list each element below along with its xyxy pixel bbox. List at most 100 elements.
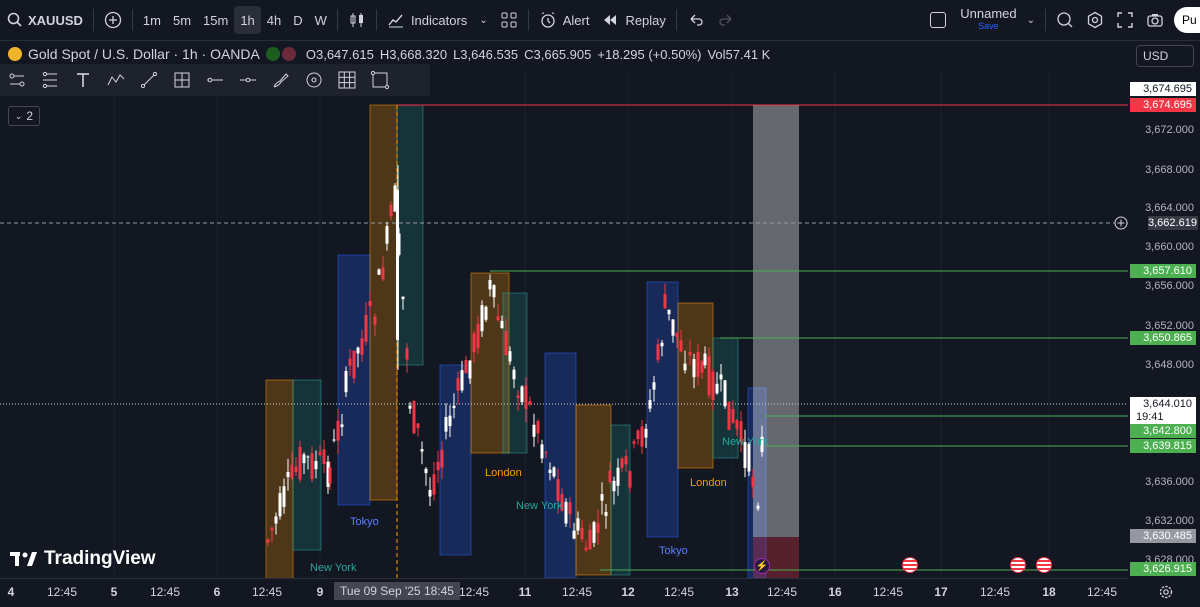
layout-save-link[interactable]: Save [978, 20, 999, 32]
tool-channels[interactable] [33, 64, 66, 96]
interval-5m[interactable]: 5m [167, 6, 197, 34]
candle-body [266, 539, 270, 543]
interval-d[interactable]: D [287, 6, 308, 34]
tool-crosshair[interactable] [165, 64, 198, 96]
candle-body [412, 401, 416, 434]
candle-body [512, 369, 516, 380]
publish-button[interactable]: Pu [1174, 7, 1200, 33]
templates-button[interactable] [494, 6, 524, 34]
symbol-name: XAUUSD [28, 12, 83, 28]
candle-body [723, 380, 727, 407]
tool-cycle[interactable] [297, 64, 330, 96]
price-tick: 3,648.000 [1145, 359, 1194, 371]
candle-body [703, 353, 707, 366]
candle-body [735, 420, 739, 429]
tool-cursor[interactable] [0, 64, 33, 96]
chart-type-button[interactable] [342, 6, 372, 34]
tool-brush[interactable] [264, 64, 297, 96]
replay-button[interactable]: Replay [595, 6, 671, 34]
candle-body [352, 350, 356, 379]
snapshot-button[interactable] [1140, 6, 1170, 34]
price-chart[interactable] [0, 70, 1128, 578]
separator [375, 9, 377, 31]
symbol-search[interactable]: XAUUSD [0, 6, 89, 34]
candles-icon [350, 13, 363, 27]
price-tag-level: 3,642.800 [1130, 424, 1196, 438]
candle-body [640, 426, 644, 447]
interval-1m[interactable]: 1m [137, 6, 167, 34]
brush-icon [273, 73, 289, 88]
price-tag-red-level: 3,674.695 [1130, 98, 1196, 112]
tool-text[interactable] [66, 64, 99, 96]
interval-15m[interactable]: 15m [197, 6, 234, 34]
candle-body [719, 374, 723, 380]
interval-1h[interactable]: 1h [234, 6, 261, 34]
currency-select[interactable]: USD [1136, 45, 1194, 67]
collapse-indicators-button[interactable]: ⌄ 2 [8, 106, 40, 126]
candle-body [516, 395, 520, 398]
crosshair-plus-icon[interactable] [1114, 216, 1128, 230]
us-flag-event-icon[interactable] [902, 557, 918, 573]
redo-button[interactable] [711, 6, 741, 34]
candle-body [692, 359, 696, 378]
candle-body [440, 449, 444, 468]
alert-label: Alert [562, 12, 590, 28]
candle-body [348, 358, 352, 366]
drawing-toolbar [0, 64, 430, 96]
settings-button[interactable] [1080, 6, 1110, 34]
quick-search-button[interactable] [1050, 6, 1080, 34]
price-tag-level: 3,650.865 [1130, 331, 1196, 345]
fullscreen-button[interactable] [1110, 6, 1140, 34]
layout-button[interactable]: Unnamed Save ⌄ [924, 6, 1041, 34]
candle-body [373, 316, 377, 325]
candle-body [500, 320, 504, 329]
candle-body [344, 370, 348, 393]
gear-icon[interactable] [1158, 584, 1174, 600]
compare-button[interactable] [98, 6, 128, 34]
candle-body [696, 351, 700, 377]
tool-grid[interactable] [330, 64, 363, 96]
candle-body [756, 505, 760, 509]
tool-rectangle[interactable] [363, 64, 396, 96]
data-warning-icon[interactable] [281, 47, 296, 61]
time-axis[interactable]: 4 12:45 5 12:45 6 12:45 9 Tue 09 Sep '25… [0, 578, 1128, 607]
time-label: 18 [1042, 585, 1056, 599]
tradingview-logo[interactable]: TradingView [10, 548, 156, 570]
separator [92, 9, 94, 31]
time-label: 12:45 [458, 585, 490, 599]
replay-icon [604, 15, 617, 25]
undo-button[interactable] [681, 6, 711, 34]
alert-button[interactable]: Alert [533, 6, 596, 34]
undo-icon [690, 14, 703, 26]
time-label: 16 [828, 585, 842, 599]
legend-close-value: 3,665.905 [533, 46, 592, 62]
price-tick: 3,636.000 [1145, 476, 1194, 488]
candle-body [636, 430, 640, 440]
interval-w[interactable]: W [309, 6, 333, 34]
tool-horizontal-line[interactable] [231, 64, 264, 96]
tool-pattern[interactable] [99, 64, 132, 96]
candle-body [608, 470, 612, 483]
time-label: 11 [518, 585, 532, 599]
indicators-button[interactable]: Indicators ⌄ [381, 6, 494, 34]
legend-title[interactable]: Gold Spot / U.S. Dollar · 1h · OANDA [28, 46, 260, 62]
candle-body [648, 400, 652, 409]
lightning-event-icon[interactable]: ⚡ [754, 558, 770, 574]
candle-body [377, 269, 381, 275]
us-flag-event-icon[interactable] [1010, 557, 1026, 573]
session-label: New York [310, 562, 357, 574]
candle-body [428, 489, 432, 497]
time-label: 12:45 [979, 585, 1011, 599]
us-flag-event-icon[interactable] [1036, 557, 1052, 573]
candle-body [340, 424, 344, 428]
candle-body [524, 385, 528, 409]
candle-body [336, 420, 340, 441]
time-label: 4 [7, 585, 15, 599]
market-status-icon[interactable] [265, 47, 280, 61]
tool-trendline[interactable] [132, 64, 165, 96]
tool-horizontal-ray[interactable] [198, 64, 231, 96]
price-axis[interactable]: 3,672.000 3,668.000 3,664.000 3,660.000 … [1128, 70, 1200, 580]
candle-body [715, 383, 719, 394]
session-box [369, 104, 398, 501]
interval-4h[interactable]: 4h [261, 6, 287, 34]
